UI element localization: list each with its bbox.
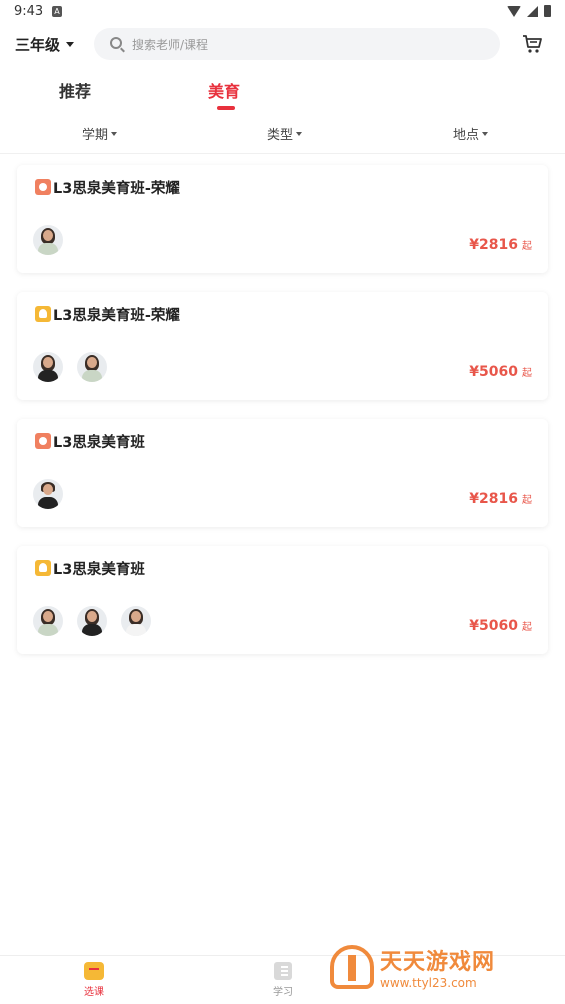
avatar [33, 479, 63, 509]
course-title: L3思泉美育班-荣耀 [53, 181, 180, 197]
filter-location[interactable]: 地点 [453, 124, 489, 143]
signal-icon [527, 5, 538, 17]
leaf-icon [35, 306, 51, 322]
status-bar: 9:43 A [0, 0, 565, 24]
cart-icon[interactable] [521, 34, 543, 54]
price-value: ¥2816 [469, 237, 518, 253]
avatar [121, 606, 151, 636]
teacher-avatars [33, 606, 151, 636]
study-icon [274, 962, 292, 980]
avatar [33, 352, 63, 382]
price-suffix: 起 [522, 241, 532, 252]
category-tabs: 推荐 美育 [0, 70, 565, 114]
avatar [77, 606, 107, 636]
active-tab-indicator [217, 106, 235, 110]
nav-item-select-course[interactable]: 选课 [64, 962, 124, 998]
teacher-avatars [33, 352, 107, 382]
course-price: ¥5060 起 [469, 364, 532, 380]
sun-icon [35, 433, 51, 449]
avatar [77, 352, 107, 382]
avatar [33, 225, 63, 255]
price-value: ¥5060 [469, 364, 518, 380]
caret-down-icon [296, 131, 303, 136]
status-time: 9:43 [14, 4, 44, 19]
course-price: ¥2816 起 [469, 237, 532, 253]
search-icon [110, 37, 122, 49]
filter-type-label: 类型 [267, 128, 294, 143]
course-card[interactable]: L3思泉美育班 ¥5060 起 [17, 546, 548, 654]
header: 三年级 搜索老师/课程 [0, 26, 565, 64]
course-title: L3思泉美育班 [53, 435, 145, 451]
watermark-text: 天天游戏网 www.ttyl23.com [380, 944, 495, 990]
price-value: ¥2816 [469, 491, 518, 507]
status-icons [507, 5, 551, 17]
filter-type[interactable]: 类型 [267, 124, 303, 143]
course-card[interactable]: L3思泉美育班-荣耀 ¥5060 起 [17, 292, 548, 400]
caret-down-icon [66, 42, 75, 47]
watermark: 天天游戏网 www.ttyl23.com [330, 944, 495, 990]
course-price: ¥2816 起 [469, 491, 532, 507]
filter-location-label: 地点 [453, 128, 480, 143]
teacher-avatars [33, 479, 63, 509]
filter-term[interactable]: 学期 [82, 124, 118, 143]
price-suffix: 起 [522, 495, 532, 506]
watermark-url: www.ttyl23.com [380, 976, 477, 990]
notification-icon: A [52, 6, 62, 17]
nav-label-study: 学习 [273, 987, 293, 998]
watermark-title: 天天游戏网 [380, 950, 496, 975]
grade-selector[interactable]: 三年级 [15, 34, 75, 55]
wifi-icon [507, 5, 521, 17]
tab-aesthetic[interactable]: 美育 [208, 78, 240, 102]
course-title: L3思泉美育班 [53, 562, 145, 578]
avatar [33, 606, 63, 636]
price-suffix: 起 [522, 368, 532, 379]
caret-down-icon [111, 131, 118, 136]
battery-icon [544, 5, 551, 17]
filter-term-label: 学期 [82, 128, 109, 143]
nav-label-select-course: 选课 [84, 987, 104, 998]
course-card[interactable]: L3思泉美育班 ¥2816 起 [17, 419, 548, 527]
teacher-avatars [33, 225, 63, 255]
course-title: L3思泉美育班-荣耀 [53, 308, 180, 324]
caret-down-icon [482, 131, 489, 136]
tab-recommend[interactable]: 推荐 [59, 78, 91, 102]
course-price: ¥5060 起 [469, 618, 532, 634]
grade-label: 三年级 [15, 36, 61, 54]
filter-bar: 学期 类型 地点 [0, 118, 565, 154]
select-course-icon [84, 962, 104, 980]
price-suffix: 起 [522, 622, 532, 633]
price-value: ¥5060 [469, 618, 518, 634]
course-card[interactable]: L3思泉美育班-荣耀 ¥2816 起 [17, 165, 548, 273]
nav-item-study[interactable]: 学习 [253, 962, 313, 998]
leaf-icon [35, 560, 51, 576]
sun-icon [35, 179, 51, 195]
search-placeholder: 搜索老师/课程 [132, 38, 209, 52]
watermark-logo-icon [330, 945, 374, 989]
